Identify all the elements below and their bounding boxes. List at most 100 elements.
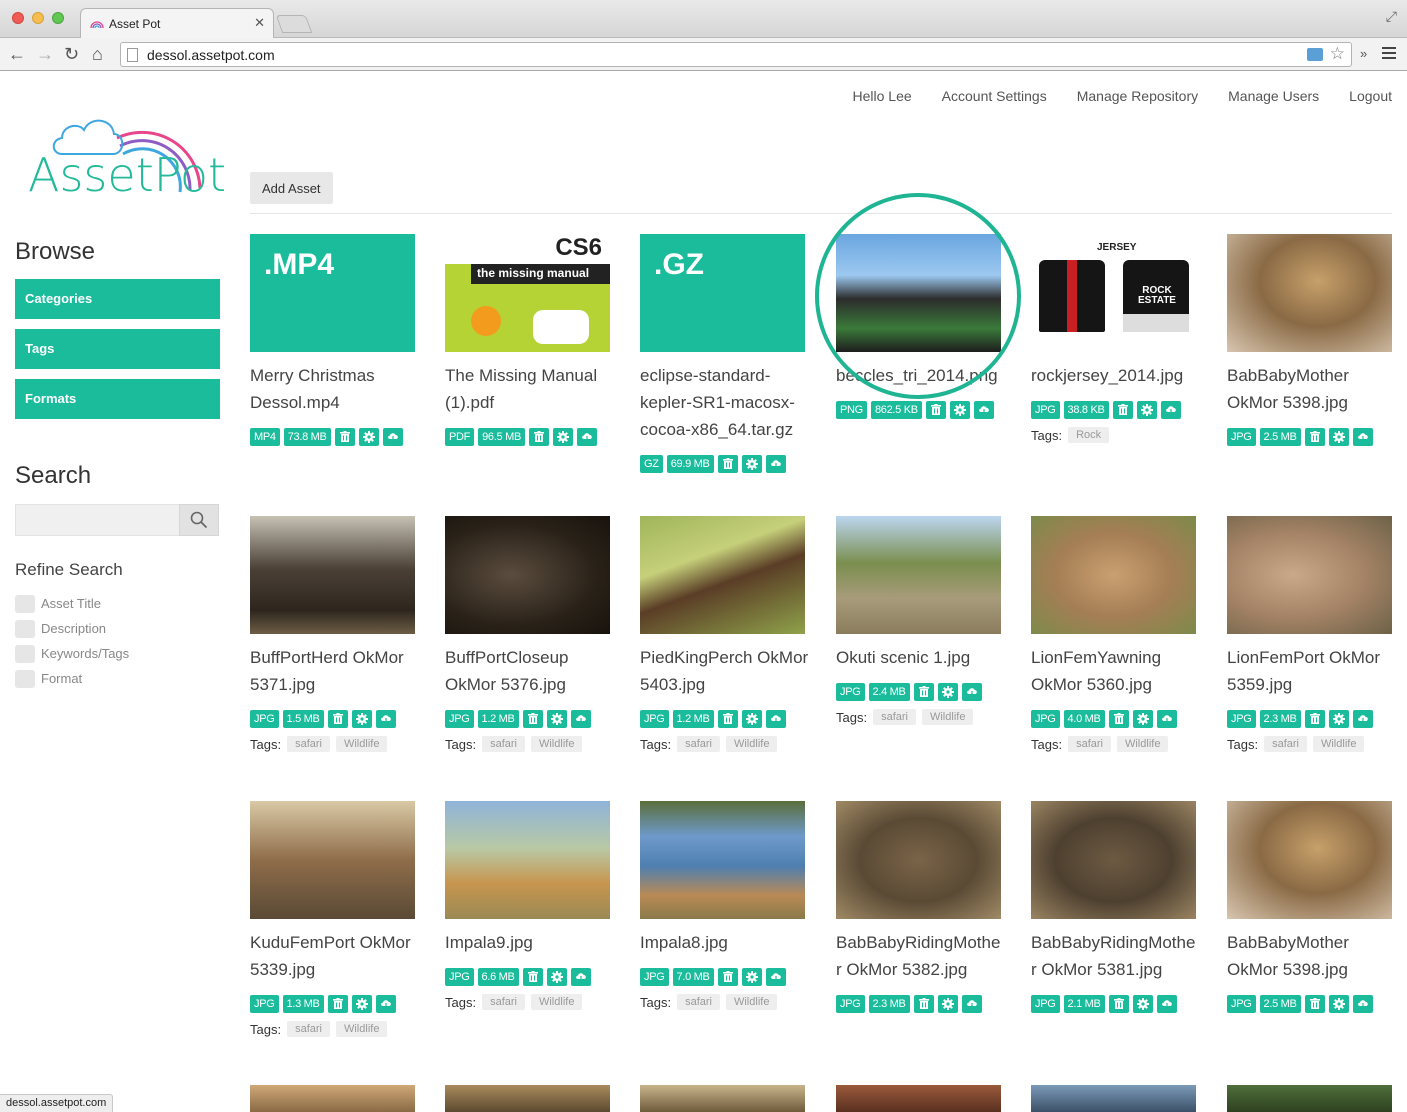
asset-name[interactable]: BabBabyMother OkMor 5398.jpg — [1227, 362, 1397, 416]
asset-thumbnail[interactable] — [836, 516, 1001, 634]
nav-logout[interactable]: Logout — [1349, 88, 1392, 104]
asset-name[interactable]: BabBabyRidingMother OkMor 5381.jpg — [1031, 929, 1201, 983]
delete-button[interactable] — [528, 428, 549, 446]
asset-thumbnail[interactable] — [1031, 1085, 1196, 1112]
asset-name[interactable]: rockjersey_2014.jpg — [1031, 362, 1201, 389]
delete-button[interactable] — [717, 968, 738, 986]
tag-chip[interactable]: Wildlife — [335, 736, 388, 752]
download-button[interactable] — [1156, 995, 1177, 1013]
asset-thumbnail[interactable] — [250, 1085, 415, 1112]
download-button[interactable] — [382, 428, 403, 446]
asset-thumbnail[interactable] — [1227, 516, 1392, 634]
window-close-button[interactable] — [12, 12, 24, 24]
settings-button[interactable] — [552, 428, 573, 446]
checkbox[interactable] — [15, 670, 35, 688]
address-bar[interactable]: dessol.assetpot.com ☆ — [120, 42, 1352, 67]
download-button[interactable] — [1160, 401, 1181, 419]
tag-chip[interactable]: safari — [677, 994, 720, 1010]
window-zoom-button[interactable] — [52, 12, 64, 24]
tag-chip[interactable]: Wildlife — [921, 709, 974, 725]
settings-button[interactable] — [546, 710, 567, 728]
nav-manage-repository[interactable]: Manage Repository — [1077, 88, 1198, 104]
asset-thumbnail[interactable] — [1227, 234, 1392, 352]
search-button[interactable] — [179, 504, 219, 536]
tag-chip[interactable]: Wildlife — [1312, 736, 1365, 752]
delete-button[interactable] — [1108, 995, 1129, 1013]
asset-thumbnail[interactable] — [1227, 1085, 1392, 1112]
asset-thumbnail[interactable] — [640, 516, 805, 634]
download-button[interactable] — [765, 710, 786, 728]
asset-thumbnail[interactable] — [250, 516, 415, 634]
asset-name[interactable]: Impala9.jpg — [445, 929, 615, 956]
download-button[interactable] — [1156, 710, 1177, 728]
home-icon[interactable]: ⌂ — [92, 43, 103, 65]
asset-name[interactable]: LionFemYawning OkMor 5360.jpg — [1031, 644, 1201, 698]
asset-thumbnail[interactable] — [836, 1085, 1001, 1112]
delete-button[interactable] — [1112, 401, 1133, 419]
download-button[interactable] — [973, 401, 994, 419]
forward-arrow-icon[interactable]: → — [36, 43, 54, 65]
delete-button[interactable] — [1304, 995, 1325, 1013]
delete-button[interactable] — [334, 428, 355, 446]
settings-button[interactable] — [1328, 995, 1349, 1013]
assetpot-logo[interactable]: AssetPot — [22, 102, 226, 202]
settings-button[interactable] — [351, 710, 372, 728]
settings-button[interactable] — [1328, 710, 1349, 728]
browse-formats-button[interactable]: Formats — [15, 379, 220, 419]
asset-thumbnail[interactable]: .MP4 — [250, 234, 415, 352]
settings-button[interactable] — [1328, 428, 1349, 446]
download-button[interactable] — [765, 455, 786, 473]
download-button[interactable] — [570, 710, 591, 728]
tag-chip[interactable]: safari — [482, 736, 525, 752]
asset-thumbnail[interactable] — [445, 516, 610, 634]
asset-name[interactable]: BuffPortHerd OkMor 5371.jpg — [250, 644, 420, 698]
asset-thumbnail[interactable] — [640, 801, 805, 919]
tag-chip[interactable]: Wildlife — [530, 736, 583, 752]
settings-button[interactable] — [546, 968, 567, 986]
extension-icon[interactable] — [1307, 48, 1323, 61]
asset-thumbnail[interactable]: .GZ — [640, 234, 805, 352]
new-tab-button[interactable] — [275, 15, 313, 33]
asset-name[interactable]: Merry Christmas Dessol.mp4 — [250, 362, 420, 416]
settings-button[interactable] — [741, 455, 762, 473]
asset-thumbnail[interactable] — [1031, 801, 1196, 919]
asset-thumbnail[interactable] — [445, 1085, 610, 1112]
tag-chip[interactable]: Wildlife — [725, 994, 778, 1010]
checkbox[interactable] — [15, 595, 35, 613]
settings-button[interactable] — [1136, 401, 1157, 419]
nav-account-settings[interactable]: Account Settings — [942, 88, 1047, 104]
tag-chip[interactable]: safari — [873, 709, 916, 725]
asset-thumbnail[interactable] — [445, 801, 610, 919]
tag-chip[interactable]: safari — [287, 736, 330, 752]
search-input[interactable] — [15, 504, 179, 536]
settings-button[interactable] — [937, 995, 958, 1013]
download-button[interactable] — [570, 968, 591, 986]
tag-chip[interactable]: safari — [677, 736, 720, 752]
download-button[interactable] — [375, 995, 396, 1013]
asset-thumbnail[interactable] — [836, 801, 1001, 919]
asset-name[interactable]: eclipse-standard-kepler-SR1-macosx-cocoa… — [640, 362, 810, 443]
asset-name[interactable]: LionFemPort OkMor 5359.jpg — [1227, 644, 1397, 698]
back-arrow-icon[interactable]: ← — [8, 43, 26, 65]
delete-button[interactable] — [717, 710, 738, 728]
asset-name[interactable]: KuduFemPort OkMor 5339.jpg — [250, 929, 420, 983]
download-button[interactable] — [1352, 428, 1373, 446]
asset-thumbnail[interactable] — [640, 1085, 805, 1112]
browse-tags-button[interactable]: Tags — [15, 329, 220, 369]
delete-button[interactable] — [522, 710, 543, 728]
tag-chip[interactable]: Wildlife — [1116, 736, 1169, 752]
delete-button[interactable] — [327, 995, 348, 1013]
delete-button[interactable] — [913, 683, 934, 701]
nav-manage-users[interactable]: Manage Users — [1228, 88, 1319, 104]
download-button[interactable] — [1352, 995, 1373, 1013]
delete-button[interactable] — [1304, 710, 1325, 728]
asset-thumbnail[interactable] — [1227, 801, 1392, 919]
delete-button[interactable] — [1304, 428, 1325, 446]
tag-chip[interactable]: Wildlife — [725, 736, 778, 752]
tag-chip[interactable]: safari — [287, 1021, 330, 1037]
settings-button[interactable] — [741, 968, 762, 986]
asset-name[interactable]: Okuti scenic 1.jpg — [836, 644, 1006, 671]
settings-button[interactable] — [937, 683, 958, 701]
delete-button[interactable] — [717, 455, 738, 473]
tag-chip[interactable]: safari — [1264, 736, 1307, 752]
